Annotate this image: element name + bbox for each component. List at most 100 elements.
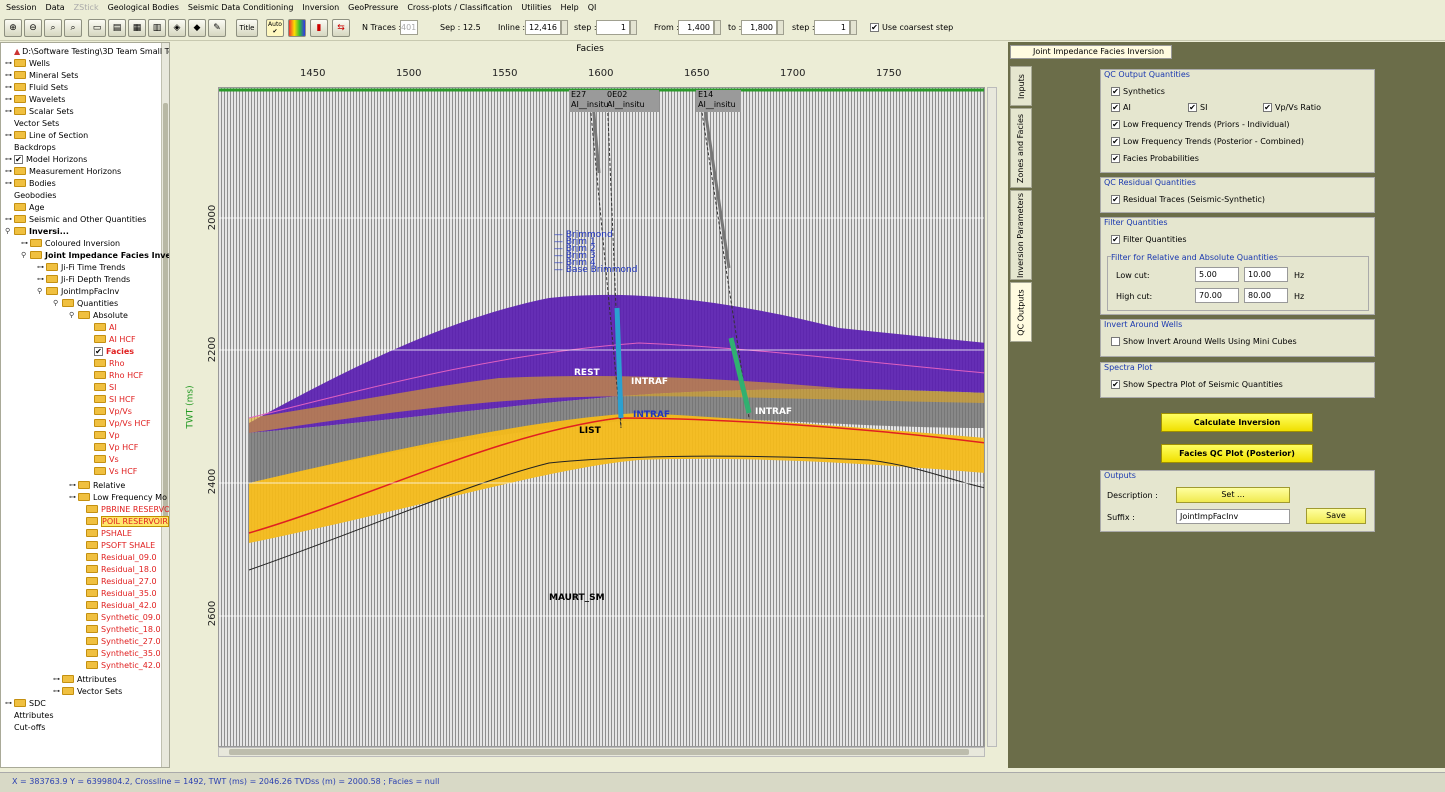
tree-node[interactable]: Residual_18.0 xyxy=(77,563,157,575)
tree-node[interactable]: Synthetic_35.0 xyxy=(77,647,161,659)
expand-icon[interactable]: ⊶ xyxy=(5,95,14,103)
suffix-input[interactable]: JointImpFacInv xyxy=(1176,509,1290,524)
si-checkbox[interactable]: ✔ SI xyxy=(1188,103,1207,112)
well-label[interactable]: E14 AI__insitu xyxy=(698,90,736,110)
vtab-inputs[interactable]: Inputs xyxy=(1010,66,1032,106)
expand-icon[interactable]: ⊶ xyxy=(5,59,14,67)
tree-node[interactable]: SI xyxy=(85,381,116,393)
layers-icon[interactable]: ◈ xyxy=(168,19,186,37)
expand-icon[interactable]: ⚲ xyxy=(5,227,14,235)
inline-step-spinner[interactable] xyxy=(630,20,637,35)
expand-icon[interactable]: ⊶ xyxy=(37,263,46,271)
expand-icon[interactable]: ⊶ xyxy=(53,675,62,683)
tree-node[interactable]: ⊶ Wells xyxy=(5,57,50,69)
tree-node[interactable]: ⊶ ✔ Model Horizons xyxy=(5,153,87,165)
tree-node[interactable]: PBRINE RESERVOIR xyxy=(77,503,169,515)
tree-node[interactable]: ⊶ Ji-Fi Time Trends xyxy=(37,261,125,273)
tree-node[interactable]: Attributes xyxy=(5,709,54,721)
tree-node[interactable]: POIL RESERVOIR xyxy=(77,515,169,527)
tree-node[interactable]: ⊶ Mineral Sets xyxy=(5,69,78,81)
tree-node[interactable]: ⚲ JointImpFacInv xyxy=(37,285,119,297)
tree-node[interactable]: PSOFT SHALE xyxy=(77,539,155,551)
tree-node[interactable]: Vp/Vs HCF xyxy=(85,417,151,429)
tree-node[interactable]: Synthetic_27.0 xyxy=(77,635,161,647)
menu-item[interactable]: Utilities xyxy=(521,3,551,12)
tree-node[interactable]: Residual_35.0 xyxy=(77,587,157,599)
tree-node[interactable]: ⊶ Attributes xyxy=(53,673,117,685)
tree-node[interactable]: ⊶ Measurement Horizons xyxy=(5,165,121,177)
menu-item[interactable]: Help xyxy=(560,3,578,12)
synthetics-checkbox[interactable]: ✔ Synthetics xyxy=(1111,87,1165,96)
tree-node[interactable]: SI HCF xyxy=(85,393,135,405)
tab-joint-impedance[interactable]: Joint Impedance Facies Inversion xyxy=(1010,45,1172,59)
expand-icon[interactable]: ⊶ xyxy=(5,167,14,175)
tree-node[interactable]: ⊶ Relative xyxy=(69,479,125,491)
lf-priors-checkbox[interactable]: ✔ Low Frequency Trends (Priors - Individu… xyxy=(1111,120,1290,129)
tree-node[interactable]: Residual_27.0 xyxy=(77,575,157,587)
ai-checkbox[interactable]: ✔ AI xyxy=(1111,103,1131,112)
high-cut-2-input[interactable]: 80.00 xyxy=(1244,288,1288,303)
tree-node[interactable]: Vp/Vs xyxy=(85,405,132,417)
tree-node[interactable]: Residual_42.0 xyxy=(77,599,157,611)
to-spinner[interactable] xyxy=(777,20,784,35)
zoom-fit-icon[interactable]: ⌕ xyxy=(44,19,62,37)
high-cut-1-input[interactable]: 70.00 xyxy=(1195,288,1239,303)
menu-item[interactable]: Geological Bodies xyxy=(108,3,179,12)
project-tree[interactable]: ▲ D:\Software Testing\3D Team Small Test ⊶… xyxy=(0,42,170,768)
menu-item[interactable]: Inversion xyxy=(302,3,339,12)
tree-node[interactable]: Vs HCF xyxy=(85,465,137,477)
expand-icon[interactable]: ⊶ xyxy=(5,215,14,223)
tree-node[interactable]: ⚲ Absolute xyxy=(69,309,128,321)
expand-icon[interactable]: ⊶ xyxy=(5,83,14,91)
tree-node[interactable]: ⊶ Coloured Inversion xyxy=(21,237,120,249)
doc-b-icon[interactable]: ▥ xyxy=(148,19,166,37)
filter-checkbox[interactable]: ✔ Filter Quantities xyxy=(1111,235,1187,244)
tree-node[interactable]: ⊶ Bodies xyxy=(5,177,56,189)
inline-spinner[interactable] xyxy=(561,20,568,35)
from-spinner[interactable] xyxy=(714,20,721,35)
title-button[interactable]: Title xyxy=(236,19,258,37)
coarsest-checkbox[interactable]: ✔ Use coarsest step xyxy=(870,23,953,32)
tree-checkbox[interactable]: ✔ xyxy=(94,346,103,356)
menu-item[interactable]: Data xyxy=(46,3,65,12)
vtab-params[interactable]: Inversion Parameters xyxy=(1010,190,1032,280)
residual-checkbox[interactable]: ✔ Residual Traces (Seismic-Synthetic) xyxy=(1111,195,1265,204)
doc-a-icon[interactable]: ▦ xyxy=(128,19,146,37)
tree-node[interactable]: Synthetic_18.0 xyxy=(77,623,161,635)
tree-node[interactable]: ⊶ Line of Section xyxy=(5,129,88,141)
expand-icon[interactable]: ⊶ xyxy=(5,699,14,707)
tree-node[interactable]: Cut-offs xyxy=(5,721,45,733)
tree-node[interactable]: ⊶ Seismic and Other Quantities xyxy=(5,213,146,225)
vtab-zones[interactable]: Zones and Facies xyxy=(1010,108,1032,188)
tree-node[interactable]: ⊶ Vector Sets xyxy=(53,685,122,697)
low-cut-2-input[interactable]: 10.00 xyxy=(1244,267,1288,282)
expand-icon[interactable]: ⚲ xyxy=(37,287,46,295)
expand-icon[interactable]: ⊶ xyxy=(5,131,14,139)
colorbar-icon[interactable] xyxy=(288,19,306,37)
save-button[interactable]: Save xyxy=(1306,508,1366,524)
menu-item[interactable]: GeoPressure xyxy=(348,3,398,12)
well-label[interactable]: 0E02 AI__insitu xyxy=(607,90,645,110)
tree-node[interactable]: Residual_09.0 xyxy=(77,551,157,563)
tree-node[interactable]: Synthetic_42.0 xyxy=(77,659,161,671)
tree-node[interactable]: Age xyxy=(5,201,44,213)
seismic-section[interactable]: E27 AI__insitu 0E02 AI__insitu E14 AI__insitu… xyxy=(218,87,985,747)
facies-prob-checkbox[interactable]: ✔ Facies Probabilities xyxy=(1111,154,1199,163)
expand-icon[interactable]: ⊶ xyxy=(69,481,78,489)
expand-icon[interactable]: ⊶ xyxy=(53,687,62,695)
expand-icon[interactable]: ⊶ xyxy=(37,275,46,283)
tree-node[interactable]: ⚲ Inversi... xyxy=(5,225,69,237)
expand-icon[interactable]: ⊶ xyxy=(5,155,14,163)
menu-item[interactable]: Cross-plots / Classification xyxy=(407,3,512,12)
tree-scrollbar[interactable] xyxy=(161,43,169,767)
tree-node[interactable]: AI xyxy=(85,321,117,333)
tree-node[interactable]: Vector Sets xyxy=(5,117,59,129)
tree-node[interactable]: Rho xyxy=(85,357,125,369)
well-label[interactable]: E27 AI__insitu xyxy=(571,90,609,110)
tree-node[interactable]: Synthetic_09.0 xyxy=(77,611,161,623)
vtab-qc-outputs[interactable]: QC Outputs xyxy=(1010,282,1032,342)
from-input[interactable]: 1,400 xyxy=(678,20,714,35)
step2-input[interactable]: 1 xyxy=(814,20,850,35)
zoom-out-icon[interactable]: ⊖ xyxy=(24,19,42,37)
expand-icon[interactable]: ⚲ xyxy=(69,311,78,319)
